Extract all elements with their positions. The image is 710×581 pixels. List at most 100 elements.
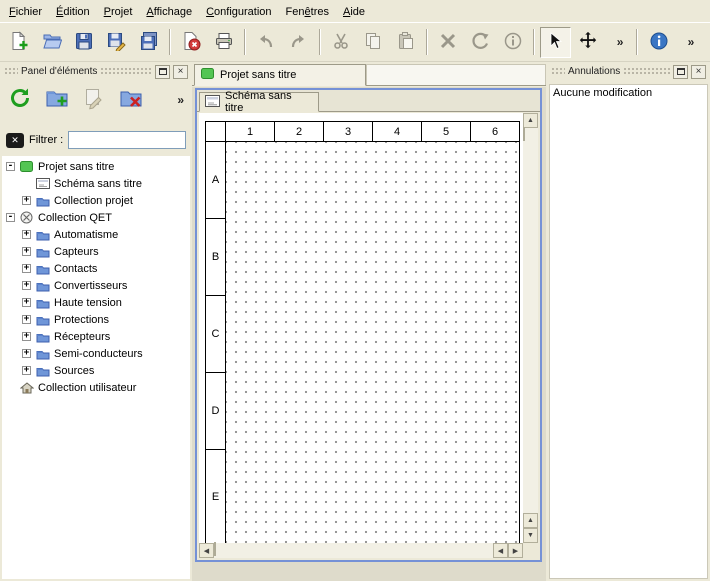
element-infos-button[interactable] [498, 27, 528, 58]
folder-icon [35, 280, 50, 292]
close-file-button[interactable] [176, 27, 206, 58]
tree-item-contacts[interactable]: +Contacts [2, 260, 190, 277]
rotate-button[interactable] [465, 27, 495, 58]
printer-icon [214, 31, 234, 54]
project-child-window[interactable]: Schéma sans titre 123456ABCDE ▲ ▲ ▼ [195, 88, 542, 562]
tree-item-sources[interactable]: +Sources [2, 362, 190, 379]
tree-item-protections[interactable]: +Protections [2, 311, 190, 328]
tree-item-recepteurs[interactable]: + Récepteurs [2, 328, 190, 345]
menu-fichier[interactable]: Fichier [2, 1, 49, 22]
project-icon [201, 68, 214, 82]
expander-plus-icon[interactable]: + [22, 264, 31, 273]
print-button[interactable] [208, 27, 238, 58]
tree-item-haute-tension[interactable]: + Haute tension [2, 294, 190, 311]
paste-button[interactable] [390, 27, 420, 58]
expander-plus-icon[interactable]: + [22, 349, 31, 358]
edit-element-button[interactable] [79, 85, 109, 115]
tab-project[interactable]: Projet sans titre [194, 64, 366, 86]
elements-panel-titlebar[interactable]: Panel d'éléments × [2, 64, 190, 79]
tree-item-label: Récepteurs [54, 331, 110, 343]
expander-plus-icon[interactable]: + [22, 230, 31, 239]
clear-filter-button[interactable]: ✕ [6, 133, 24, 148]
redo-button[interactable] [283, 27, 313, 58]
new-element-button[interactable] [42, 85, 72, 115]
undo-button[interactable] [251, 27, 281, 58]
tree-item-automatisme[interactable]: +Automatisme [2, 226, 190, 243]
tree-item-projet-sans-titre[interactable]: -Projet sans titre [2, 158, 190, 175]
delete-button[interactable] [433, 27, 463, 58]
undo-panel-titlebar[interactable]: Annulations × [549, 64, 708, 79]
delete-element-button[interactable] [116, 85, 146, 115]
scroll-right-button[interactable]: ▶ [508, 543, 523, 558]
scroll-left-button-2[interactable]: ◀ [493, 543, 508, 558]
horizontal-scroll-thumb[interactable] [214, 542, 216, 556]
column-header-4: 4 [373, 122, 422, 142]
tree-item-semi-conducteurs[interactable]: +Semi-conducteurs [2, 345, 190, 362]
expander-plus-icon[interactable]: + [22, 366, 31, 375]
tree-item-collection-utilisateur[interactable]: Collection utilisateur [2, 379, 190, 396]
expander-minus-icon[interactable]: - [6, 162, 15, 171]
selection-mode-button[interactable] [540, 27, 570, 58]
help-toolbar-overflow-button[interactable]: » [676, 27, 706, 58]
menu-aide[interactable]: Aide [336, 1, 372, 22]
scroll-up-button-2[interactable]: ▲ [523, 513, 538, 528]
tree-item-schema-sans-titre[interactable]: Schéma sans titre [2, 175, 190, 192]
tree-item-label: Collection QET [38, 212, 112, 224]
panel-toolbar-overflow-button[interactable]: » [177, 93, 187, 107]
about-qet-button[interactable] [643, 27, 673, 58]
undo-history-list[interactable]: Aucune modification [549, 84, 708, 579]
tree-item-collection-projet[interactable]: + Collection projet [2, 192, 190, 209]
project-tab-label: Projet sans titre [220, 69, 296, 81]
horizontal-scrollbar[interactable]: ◀ ◀ ▶ [199, 543, 523, 558]
folder-plus-icon [45, 86, 69, 113]
expander-minus-icon[interactable]: - [6, 213, 15, 222]
menu-configuration[interactable]: Configuration [199, 1, 278, 22]
scroll-up-button[interactable]: ▲ [523, 113, 538, 128]
column-header-5: 5 [422, 122, 471, 142]
expander-plus-icon[interactable]: + [22, 298, 31, 307]
tree-item-convertisseurs[interactable]: +Convertisseurs [2, 277, 190, 294]
copy-button[interactable] [358, 27, 388, 58]
vertical-scroll-thumb[interactable] [523, 127, 525, 141]
menu-edition[interactable]: Édition [49, 1, 97, 22]
reload-collections-button[interactable] [5, 85, 35, 115]
scroll-down-button[interactable]: ▼ [523, 528, 538, 543]
tab-schema[interactable]: Schéma sans titre [199, 92, 319, 112]
float-panel-button[interactable] [673, 65, 688, 79]
expander-plus-icon[interactable]: + [22, 332, 31, 341]
tree-item-label: Haute tension [54, 297, 122, 309]
folder-icon [35, 297, 50, 309]
menu-affichage[interactable]: Affichage [139, 1, 199, 22]
move-mode-button[interactable] [573, 27, 603, 58]
tree-item-collection-qet[interactable]: - Collection QET [2, 209, 190, 226]
expander-plus-icon[interactable]: + [22, 281, 31, 290]
mode-toolbar-overflow-button[interactable]: » [605, 27, 635, 58]
save-icon [74, 31, 94, 54]
diagram-canvas[interactable]: 123456ABCDE [199, 113, 523, 543]
tree-item-capteurs[interactable]: +Capteurs [2, 243, 190, 260]
save-all-button[interactable] [134, 27, 164, 58]
tree-item-label: Collection utilisateur [38, 382, 136, 394]
close-panel-button[interactable]: × [173, 65, 188, 79]
expander-plus-icon[interactable]: + [22, 315, 31, 324]
cut-button[interactable] [326, 27, 356, 58]
scissors-icon [331, 31, 351, 54]
close-panel-button[interactable]: × [691, 65, 706, 79]
menu-fenetres[interactable]: Fenêtres [279, 1, 336, 22]
save-button[interactable] [69, 27, 99, 58]
scroll-left-button[interactable]: ◀ [199, 543, 214, 558]
project-tab-bar: Projet sans titre [192, 62, 546, 86]
diagram-grid[interactable] [226, 142, 520, 543]
float-panel-button[interactable] [155, 65, 170, 79]
new-project-button[interactable] [4, 27, 34, 58]
filter-input[interactable] [68, 131, 186, 149]
tree-item-label: Collection projet [54, 195, 133, 207]
horizontal-scroll-track[interactable] [214, 543, 493, 558]
menu-projet[interactable]: Projet [97, 1, 140, 22]
vertical-scroll-track[interactable] [523, 128, 538, 513]
expander-plus-icon[interactable]: + [22, 196, 31, 205]
vertical-scrollbar[interactable]: ▲ ▲ ▼ [523, 113, 538, 543]
save-as-button[interactable] [101, 27, 131, 58]
expander-plus-icon[interactable]: + [22, 247, 31, 256]
open-button[interactable] [36, 27, 66, 58]
